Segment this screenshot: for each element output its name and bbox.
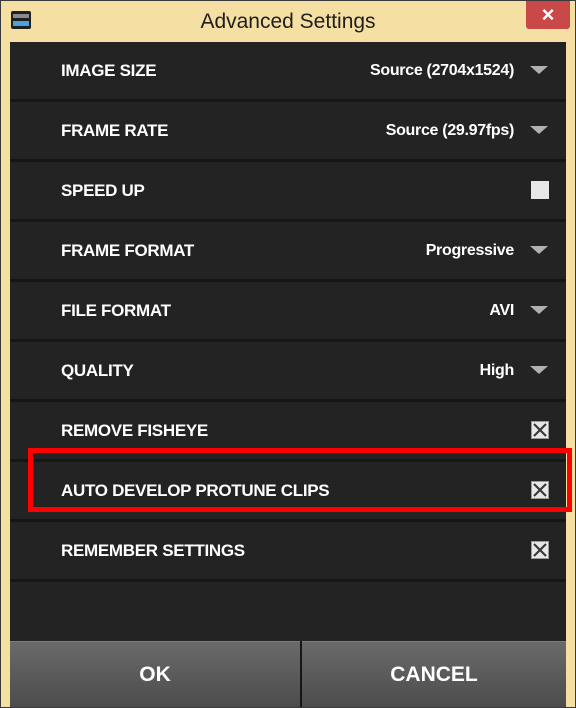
setting-label: REMOVE FISHEYE bbox=[61, 421, 208, 440]
remember-settings-checkbox[interactable] bbox=[531, 541, 549, 559]
setting-label: IMAGE SIZE bbox=[61, 61, 157, 80]
checkbox-x-icon bbox=[531, 541, 549, 559]
setting-row-file-format[interactable]: FILE FORMAT AVI bbox=[10, 282, 566, 342]
image-size-select[interactable]: Source (2704x1524) bbox=[370, 42, 514, 99]
checkbox-x-icon bbox=[531, 421, 549, 439]
cancel-button[interactable]: CANCEL bbox=[302, 641, 566, 707]
setting-row-quality[interactable]: QUALITY High bbox=[10, 342, 566, 402]
setting-row-remember-settings[interactable]: REMEMBER SETTINGS bbox=[10, 522, 566, 582]
ok-button[interactable]: OK bbox=[10, 641, 300, 707]
setting-row-frame-rate[interactable]: FRAME RATE Source (29.97fps) bbox=[10, 102, 566, 162]
title-bar: Advanced Settings × bbox=[1, 1, 575, 42]
close-button[interactable]: × bbox=[526, 1, 570, 29]
setting-row-frame-format[interactable]: FRAME FORMAT Progressive bbox=[10, 222, 566, 282]
checkbox-x-icon bbox=[531, 481, 549, 499]
chevron-down-icon[interactable] bbox=[530, 66, 548, 74]
remove-fisheye-checkbox[interactable] bbox=[531, 421, 549, 439]
speed-up-checkbox[interactable] bbox=[531, 181, 549, 199]
frame-rate-select[interactable]: Source (29.97fps) bbox=[386, 102, 515, 159]
setting-label: FRAME FORMAT bbox=[61, 241, 195, 260]
auto-develop-protune-checkbox[interactable] bbox=[531, 481, 549, 499]
setting-row-image-size[interactable]: IMAGE SIZE Source (2704x1524) bbox=[10, 42, 566, 102]
setting-label: SPEED UP bbox=[61, 181, 145, 200]
file-format-select[interactable]: AVI bbox=[489, 282, 514, 339]
setting-label: REMEMBER SETTINGS bbox=[61, 541, 245, 560]
advanced-settings-dialog: Advanced Settings × IMAGE SIZE Source (2… bbox=[0, 0, 576, 708]
setting-label: AUTO DEVELOP PROTUNE CLIPS bbox=[61, 481, 330, 500]
quality-select[interactable]: High bbox=[480, 342, 515, 399]
chevron-down-icon[interactable] bbox=[530, 306, 548, 314]
setting-label: QUALITY bbox=[61, 361, 134, 380]
settings-panel: IMAGE SIZE Source (2704x1524) FRAME RATE… bbox=[10, 42, 566, 707]
setting-label: FRAME RATE bbox=[61, 121, 169, 140]
chevron-down-icon[interactable] bbox=[530, 366, 548, 374]
chevron-down-icon[interactable] bbox=[530, 126, 548, 134]
setting-row-speed-up[interactable]: SPEED UP bbox=[10, 162, 566, 222]
frame-format-select[interactable]: Progressive bbox=[426, 222, 515, 279]
setting-row-auto-develop-protune[interactable]: AUTO DEVELOP PROTUNE CLIPS bbox=[10, 462, 566, 522]
settings-spacer bbox=[10, 582, 566, 641]
window-title: Advanced Settings bbox=[200, 10, 376, 33]
dialog-buttons: OK CANCEL bbox=[10, 641, 566, 707]
setting-row-remove-fisheye[interactable]: REMOVE FISHEYE bbox=[10, 402, 566, 462]
chevron-down-icon[interactable] bbox=[530, 246, 548, 254]
setting-label: FILE FORMAT bbox=[61, 301, 171, 320]
